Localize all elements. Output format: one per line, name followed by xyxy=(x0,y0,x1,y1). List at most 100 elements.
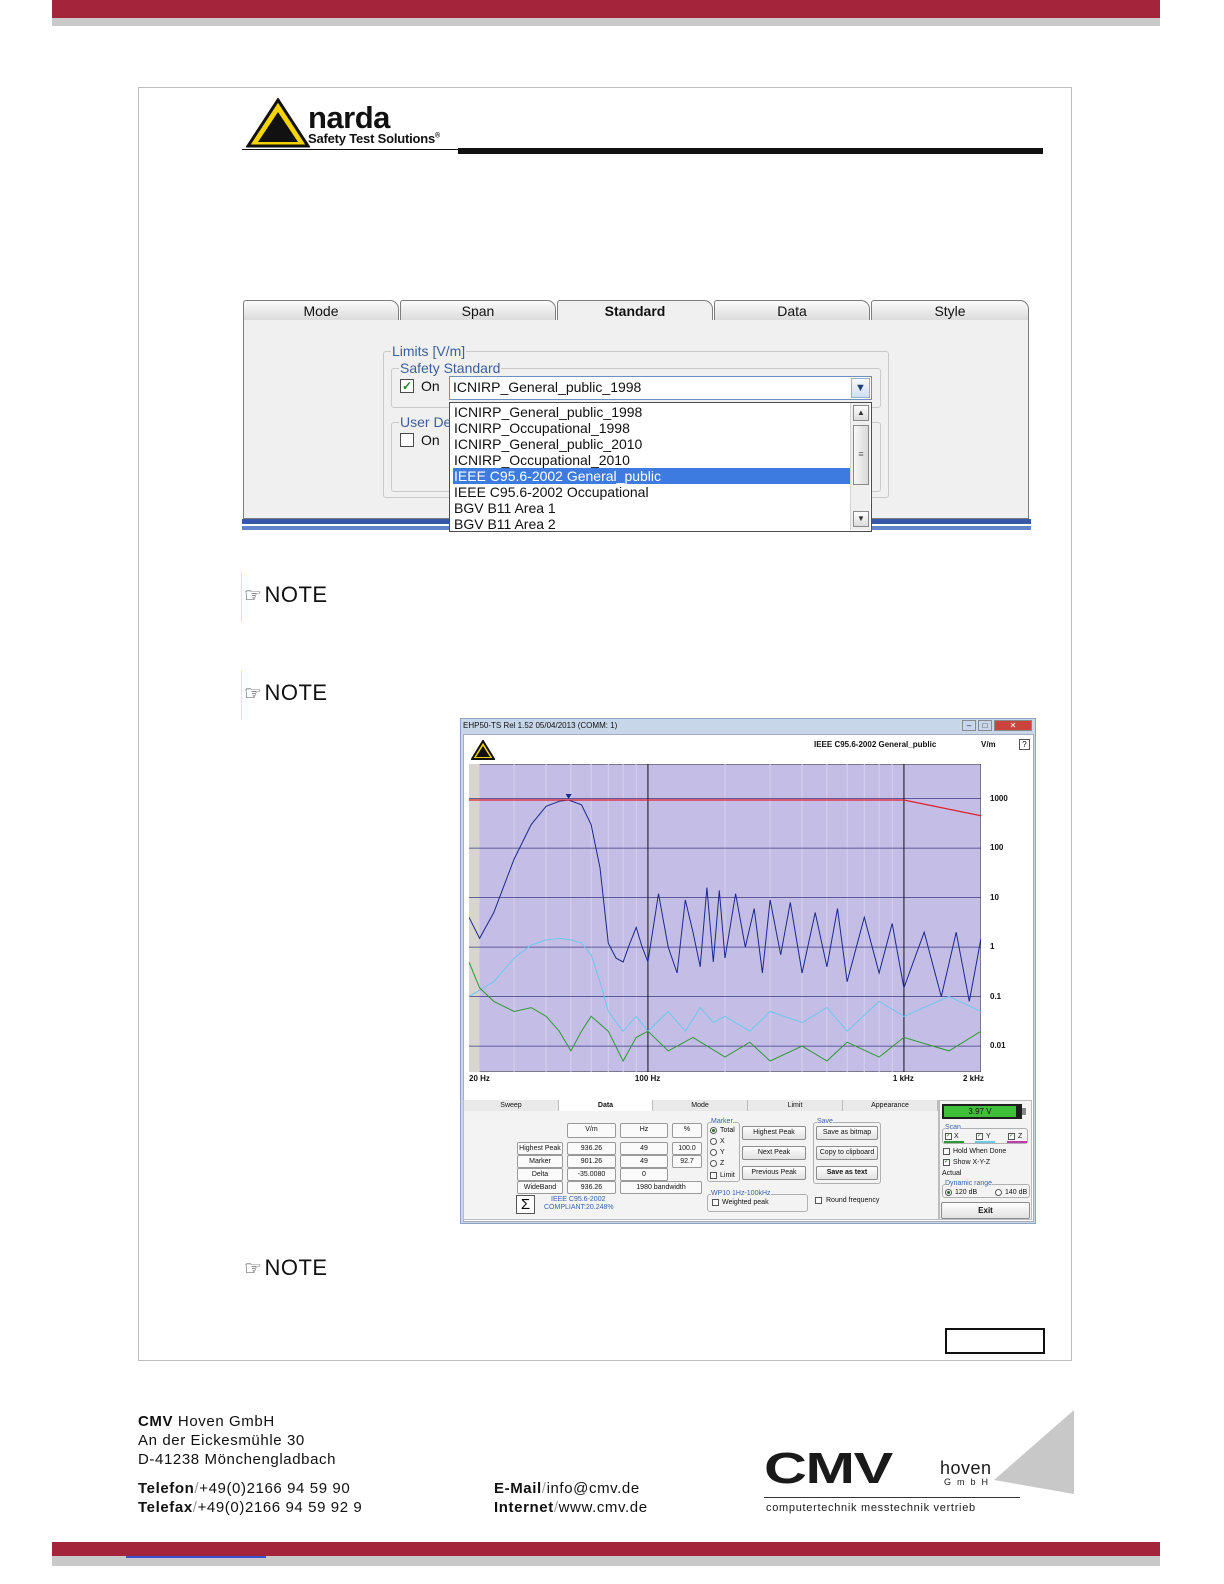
spectrum-plot xyxy=(469,764,981,1072)
sw-tab-sweep[interactable]: Sweep xyxy=(464,1100,559,1111)
limit-checkbox[interactable] xyxy=(710,1172,717,1179)
scan-y-checkbox[interactable]: ✓ xyxy=(976,1133,983,1140)
dynamic-range-label: Dynamic range xyxy=(945,1179,993,1188)
footer-telephone: Telefon/+49(0)2166 94 59 90 xyxy=(138,1480,351,1497)
note-marker-bar xyxy=(241,670,242,720)
bottom-link-line xyxy=(126,1556,266,1558)
scan-x-label: X xyxy=(954,1133,959,1140)
marker-x-radio[interactable] xyxy=(710,1138,717,1145)
tab-span[interactable]: Span xyxy=(400,300,556,320)
marker-y-radio[interactable] xyxy=(710,1149,717,1156)
dropdown-option[interactable]: BGV B11 Area 1 xyxy=(453,500,850,516)
show-xyz-checkbox[interactable]: ✓ xyxy=(943,1159,950,1166)
top-band-grey xyxy=(52,18,1160,26)
dropdown-option[interactable]: ICNIRP_General_public_1998 xyxy=(453,404,850,420)
footer-fax: Telefax/+49(0)2166 94 59 92 9 xyxy=(138,1499,363,1516)
sw-tab-mode[interactable]: Mode xyxy=(653,1100,748,1111)
tab-standard[interactable]: Standard xyxy=(557,300,713,321)
plot-left-band xyxy=(469,764,480,1072)
dropdown-option[interactable]: IEEE C95.6-2002 Occupational xyxy=(453,484,850,500)
dropdown-option[interactable]: BGV B11 Area 2 xyxy=(453,516,850,531)
minimize-icon[interactable]: – xyxy=(962,720,976,731)
bottom-band xyxy=(52,1542,1160,1556)
row-label-delta: Delta xyxy=(517,1168,563,1181)
row-label-marker: Marker xyxy=(517,1155,563,1168)
close-icon[interactable]: ✕ xyxy=(994,720,1032,731)
marker-z-radio[interactable] xyxy=(710,1160,717,1167)
footer-street: An der Eickesmühle 30 xyxy=(138,1432,305,1449)
highest-peak-button[interactable]: Highest Peak xyxy=(742,1126,806,1140)
cmv-logo-hoven: hoven xyxy=(940,1458,992,1478)
dropdown-option[interactable]: ICNIRP_Occupational_2010 xyxy=(453,452,850,468)
weighted-peak-label: Weighted peak xyxy=(722,1199,769,1206)
marker-y-label: Y xyxy=(720,1149,725,1156)
round-frequency-checkbox[interactable] xyxy=(815,1197,822,1204)
sw-tab-limit[interactable]: Limit xyxy=(748,1100,843,1111)
chevron-down-icon[interactable]: ▼ xyxy=(851,378,870,398)
dropdown-option[interactable]: ICNIRP_Occupational_1998 xyxy=(453,420,850,436)
tab-data[interactable]: Data xyxy=(714,300,870,320)
marker-total-label: Total xyxy=(720,1127,735,1134)
save-text-button[interactable]: Save as text xyxy=(816,1166,878,1180)
hold-when-done-label: Hold When Done xyxy=(953,1148,1007,1155)
y-tick-label: 1000 xyxy=(990,793,1008,803)
marker-vm: 901.26 xyxy=(567,1155,616,1168)
help-button[interactable]: ? xyxy=(1019,739,1030,750)
marker-total-radio[interactable] xyxy=(710,1127,717,1134)
cmv-logo-rule xyxy=(764,1497,1020,1498)
y-tick-label: 100 xyxy=(990,843,1004,853)
cmv-logo-triangle xyxy=(994,1410,1074,1494)
delta-vm: -35.0080 xyxy=(567,1168,616,1181)
scroll-thumb[interactable]: ≡ xyxy=(853,425,869,485)
range-120-label: 120 dB xyxy=(955,1189,978,1196)
row-label-wideband: WideBand xyxy=(517,1181,563,1194)
scan-z-color xyxy=(1007,1141,1027,1143)
y-tick-label: 0.1 xyxy=(990,991,1002,1001)
sigma-icon[interactable]: Σ xyxy=(516,1195,535,1214)
limits-group-label: Limits [V/m] xyxy=(391,343,467,359)
x-tick-label: 100 Hz xyxy=(634,1074,661,1083)
scan-z-checkbox[interactable]: ✓ xyxy=(1008,1133,1015,1140)
safety-on-checkbox[interactable]: ✓ xyxy=(400,379,414,393)
sw-tab-appearance[interactable]: Appearance xyxy=(843,1100,938,1111)
range-140-radio[interactable] xyxy=(995,1189,1002,1196)
exit-button[interactable]: Exit xyxy=(941,1202,1030,1219)
dropdown-option-highlighted[interactable]: IEEE C95.6-2002 General_public xyxy=(453,468,850,484)
header-rule-thin xyxy=(242,149,462,150)
top-band xyxy=(52,0,1160,18)
scroll-down-icon[interactable]: ▼ xyxy=(853,511,869,527)
chart-standard-name: IEEE C95.6-2002 General_public xyxy=(814,740,937,749)
highest-peak-vm: 936.26 xyxy=(567,1142,616,1155)
hold-when-done-checkbox[interactable] xyxy=(943,1148,950,1155)
scan-y-color xyxy=(975,1141,995,1143)
next-peak-button[interactable]: Next Peak xyxy=(742,1146,806,1160)
round-frequency-label: Round frequency xyxy=(826,1197,880,1204)
y-tick-label: 1 xyxy=(990,942,995,952)
scan-z-label: Z xyxy=(1018,1133,1023,1140)
tab-style[interactable]: Style xyxy=(871,300,1029,320)
scan-y-label: Y xyxy=(986,1133,991,1140)
save-bitmap-button[interactable]: Save as bitmap xyxy=(816,1126,878,1140)
dropdown-scrollbar[interactable]: ▲ ≡ ▼ xyxy=(850,403,870,530)
footer-city: D-41238 Mönchengladbach xyxy=(138,1451,337,1468)
highest-peak-pct: 100.0 xyxy=(672,1142,702,1155)
maximize-icon[interactable]: □ xyxy=(978,720,992,731)
scan-x-color xyxy=(944,1141,964,1143)
range-120-radio[interactable] xyxy=(945,1189,952,1196)
col-header-vm: V/m xyxy=(567,1123,616,1138)
scroll-up-icon[interactable]: ▲ xyxy=(853,405,869,421)
pointing-hand-icon: ☞ xyxy=(244,1258,263,1280)
save-group-label: Save xyxy=(817,1117,833,1126)
sw-tab-data[interactable]: Data xyxy=(559,1100,653,1111)
previous-peak-button[interactable]: Previous Peak xyxy=(742,1166,806,1180)
weighted-peak-checkbox[interactable] xyxy=(712,1199,719,1206)
marker-pct: 92.7 xyxy=(672,1155,702,1168)
user-on-checkbox[interactable] xyxy=(400,433,414,447)
safety-standard-label: Safety Standard xyxy=(399,360,502,376)
scan-x-checkbox[interactable]: ✓ xyxy=(945,1133,952,1140)
cmv-logo-tagline: computertechnik messtechnik vertrieb xyxy=(766,1502,976,1514)
tab-mode[interactable]: Mode xyxy=(243,300,399,320)
highest-peak-hz: 49 xyxy=(620,1142,668,1155)
copy-clipboard-button[interactable]: Copy to clipboard xyxy=(816,1146,878,1160)
dropdown-option[interactable]: ICNIRP_General_public_2010 xyxy=(453,436,850,452)
